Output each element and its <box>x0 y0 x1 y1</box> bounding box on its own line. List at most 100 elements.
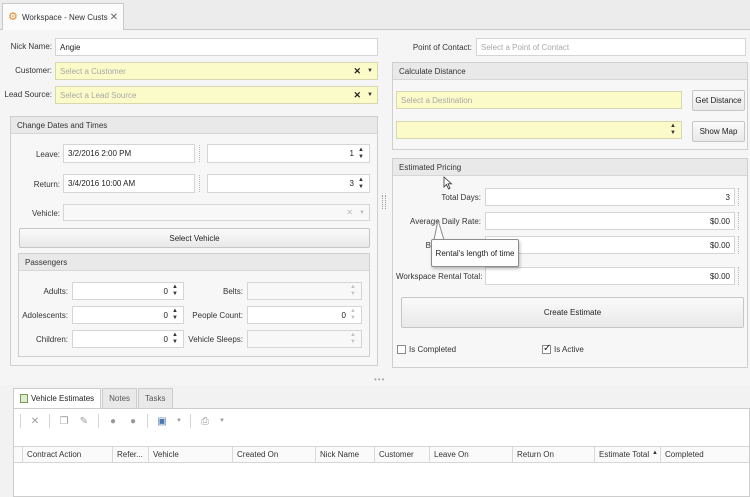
is-active-checkbox[interactable]: Is Active <box>542 343 584 354</box>
leave-separator <box>199 145 202 162</box>
vehicle-sleeps-label: Vehicle Sleeps: <box>188 335 243 344</box>
adolescents-spinner[interactable]: ▲ ▼ <box>171 308 179 322</box>
people-count-label: People Count: <box>192 311 243 320</box>
people-count-spinner: ▲ ▼ <box>350 308 356 321</box>
belts-label: Belts: <box>222 287 243 296</box>
children-input[interactable]: 0 ▲ ▼ <box>72 330 184 348</box>
point-of-contact-placeholder: Select a Point of Contact <box>481 42 570 52</box>
horizontal-splitter-handle[interactable]: ••• <box>374 375 385 384</box>
column-return-on[interactable]: Return On <box>512 447 594 462</box>
total-days-label: Total Days: <box>441 193 481 202</box>
leave-label: Leave: <box>35 150 60 159</box>
return-datetime-value: 3/4/2016 10:00 AM <box>68 179 136 188</box>
average-daily-rate-value: $0.00 <box>709 216 730 226</box>
nick-name-label: Nick Name: <box>10 42 52 51</box>
delete-icon[interactable]: ✕ <box>29 415 41 427</box>
lead-source-label: Lead Source: <box>4 90 52 99</box>
lead-source-dropdown-icon[interactable]: ▼ <box>367 92 373 98</box>
select-vehicle-button[interactable]: Select Vehicle <box>19 228 370 248</box>
point-of-contact-select[interactable]: Select a Point of Contact <box>476 38 746 56</box>
vehicle-dropdown-icon[interactable]: ▼ <box>359 210 365 216</box>
lead-source-select[interactable]: Select a Lead Source ✕ ▼ <box>55 86 378 104</box>
adolescents-value: 0 <box>163 310 168 320</box>
rental-length-tooltip: Rental's length of time <box>431 239 519 267</box>
nick-name-input[interactable]: Angie <box>55 38 378 56</box>
column-leave-on[interactable]: Leave On <box>429 447 512 462</box>
vertical-splitter-handle[interactable] <box>382 195 386 209</box>
is-active-box[interactable] <box>542 343 551 354</box>
refresh-icon[interactable]: ● <box>107 415 119 427</box>
tab-notes-label: Notes <box>109 394 131 403</box>
adolescents-input[interactable]: 0 ▲ ▼ <box>72 306 184 324</box>
toolbar-separator <box>98 414 99 428</box>
column-vehicle[interactable]: Vehicle <box>148 447 232 462</box>
close-tab-icon[interactable]: ✕ <box>109 12 119 23</box>
stop-icon[interactable]: ● <box>127 415 139 427</box>
edit-icon[interactable]: ✎ <box>78 415 90 427</box>
belts-input: ▲ ▼ <box>247 282 362 300</box>
tab-vehicle-estimates[interactable]: Vehicle Estimates <box>13 388 102 408</box>
return-datetime-input[interactable]: 3/4/2016 10:00 AM <box>63 174 195 193</box>
create-estimate-button[interactable]: Create Estimate <box>401 297 744 328</box>
average-daily-rate-input: $0.00 <box>485 212 735 230</box>
children-spinner[interactable]: ▲ ▼ <box>171 332 179 346</box>
customer-dropdown-icon[interactable]: ▼ <box>367 68 373 74</box>
customer-placeholder: Select a Customer <box>60 66 126 76</box>
route-spinner[interactable]: ▲ ▼ <box>669 123 677 137</box>
return-days-spinner[interactable]: ▲ ▼ <box>357 177 365 191</box>
print-dropdown-icon[interactable]: ▼ <box>219 415 225 427</box>
destination-select[interactable]: Select a Destination <box>396 91 682 109</box>
children-label: Children: <box>35 335 68 344</box>
clear-customer-icon[interactable]: ✕ <box>354 66 362 77</box>
column-contract-action[interactable]: Contract Action <box>22 447 102 462</box>
column-estimate-total[interactable]: Estimate Total <box>594 447 652 462</box>
column-customer[interactable]: Customer <box>374 447 429 462</box>
copy-icon[interactable]: ❐ <box>58 415 70 427</box>
rental-total-value: $0.00 <box>709 271 730 281</box>
nick-name-value: Angie <box>60 42 81 52</box>
customer-select[interactable]: Select a Customer ✕ ▼ <box>55 62 378 80</box>
point-of-contact-label: Point of Contact: <box>412 43 472 52</box>
vehicle-select[interactable]: ✕ ▼ <box>63 204 370 221</box>
return-days-input[interactable]: 3 ▲ ▼ <box>207 174 370 193</box>
save-dropdown-icon[interactable]: ▼ <box>176 415 182 427</box>
average-daily-rate-handle <box>738 212 746 230</box>
document-tab-title: Workspace - New Custs <box>22 12 108 22</box>
column-created-on[interactable]: Created On <box>232 447 315 462</box>
get-distance-button[interactable]: Get Distance <box>692 90 745 111</box>
toolbar-separator <box>20 414 21 428</box>
destination-placeholder: Select a Destination <box>401 95 473 105</box>
route-selector[interactable]: ▲ ▼ <box>396 121 682 139</box>
adults-value: 0 <box>163 286 168 296</box>
vehicle-sleeps-input: ▲ ▼ <box>247 330 362 348</box>
tab-notes[interactable]: Notes <box>102 388 138 408</box>
print-icon[interactable]: ⎙ <box>199 415 211 427</box>
leave-datetime-input[interactable]: 3/2/2016 2:00 PM <box>63 144 195 163</box>
tab-tasks[interactable]: Tasks <box>138 388 173 408</box>
estimates-grid-header: Contract Action Refer... Vehicle Created… <box>14 446 749 463</box>
return-separator <box>199 175 202 192</box>
show-map-button[interactable]: Show Map <box>692 121 745 142</box>
clear-vehicle-icon[interactable]: ✕ <box>346 208 353 217</box>
column-referral[interactable]: Refer... <box>112 447 148 462</box>
clear-lead-source-icon[interactable]: ✕ <box>354 90 362 101</box>
estimated-pricing-title: Estimated Pricing <box>393 159 747 176</box>
save-icon[interactable]: ▣ <box>156 415 168 427</box>
workspace-gear-icon: ⚙ <box>8 10 18 23</box>
adults-spinner[interactable]: ▲ ▼ <box>171 284 179 298</box>
adults-input[interactable]: 0 ▲ ▼ <box>72 282 184 300</box>
column-completed[interactable]: Completed <box>660 447 749 462</box>
adults-label: Adults: <box>43 287 68 296</box>
is-completed-box[interactable] <box>397 345 406 354</box>
total-days-value: 3 <box>725 192 730 202</box>
column-nick-name[interactable]: Nick Name <box>315 447 374 462</box>
document-tab-workspace[interactable]: ⚙ Workspace - New Custs ✕ <box>2 3 124 30</box>
leave-days-spinner[interactable]: ▲ ▼ <box>357 147 365 161</box>
is-completed-checkbox[interactable]: Is Completed <box>397 345 456 354</box>
toolbar-separator <box>190 414 191 428</box>
adolescents-label: Adolescents: <box>22 311 68 320</box>
return-days-value: 3 <box>349 179 354 188</box>
dates-group-title: Change Dates and Times <box>11 117 377 134</box>
toolbar-separator <box>147 414 148 428</box>
leave-days-input[interactable]: 1 ▲ ▼ <box>207 144 370 163</box>
